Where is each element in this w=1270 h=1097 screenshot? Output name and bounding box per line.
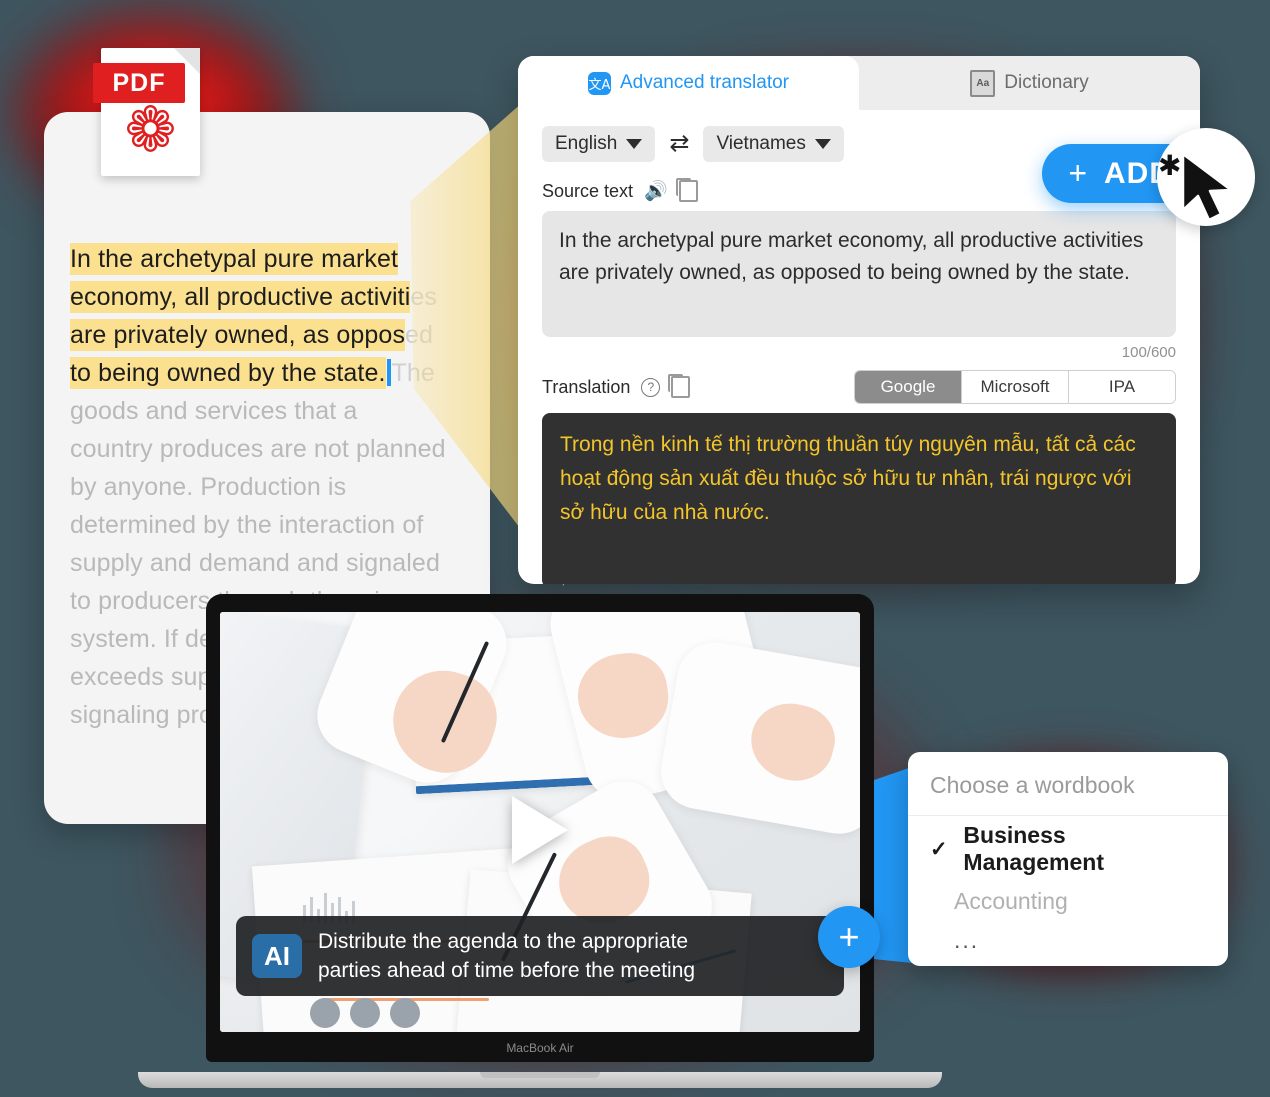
pdf-file-icon: ❁ PDF xyxy=(93,48,200,176)
wordbook-item-accounting[interactable]: Accounting xyxy=(908,882,1228,921)
acrobat-glyph: ❁ xyxy=(124,97,177,165)
pdf-faded-line: determined by the interaction of xyxy=(70,511,424,539)
subtitle-line-2: parties ahead of time before the meeting xyxy=(318,959,696,982)
subtitle-line-1: Distribute the agenda to the appropriate xyxy=(318,930,689,953)
translate-icon: 文A xyxy=(588,71,611,95)
source-language-label: English xyxy=(555,133,618,154)
chevron-down-icon xyxy=(814,139,831,149)
plus-icon: + xyxy=(1068,155,1088,191)
wordbook-item-business-management[interactable]: ✓ Business Management xyxy=(908,816,1228,882)
laptop-model-label: MacBook Air xyxy=(506,1041,574,1055)
pdf-highlight-text: to being owned by the state. xyxy=(70,357,386,389)
help-icon[interactable]: ? xyxy=(641,377,661,397)
laptop-screen: AI Distribute the agenda to the appropri… xyxy=(220,612,860,1032)
translation-header-row: Translation ? Google Microsoft IPA xyxy=(542,370,1176,404)
wordbook-item-label: ... xyxy=(954,927,980,953)
pdf-highlight-text: are privately owned, as oppos xyxy=(70,319,406,351)
dictionary-book-icon: Aa xyxy=(970,69,996,97)
pdf-highlight-text: In the archetypal pure market xyxy=(70,243,399,275)
swap-languages-icon[interactable]: ⇄ xyxy=(669,132,689,156)
add-wordbook-fab[interactable]: + xyxy=(818,906,880,968)
tab-advanced-translator[interactable]: 文A Advanced translator xyxy=(518,56,859,110)
pdf-faded-line: by anyone. Production is xyxy=(70,473,347,501)
wordbook-header: Choose a wordbook xyxy=(908,752,1228,816)
tab-advanced-translator-label: Advanced translator xyxy=(620,72,789,93)
subtitle-text: Distribute the agenda to the appropriate… xyxy=(318,927,695,985)
pdf-faded-line: supply and demand and signaled xyxy=(70,549,440,577)
pdf-highlight-text: economy, all productive activiti xyxy=(70,281,411,313)
target-language-dropdown[interactable]: Vietnames xyxy=(703,126,844,162)
pdf-faded-line: goods and services that a xyxy=(70,397,358,425)
pdf-label-badge: PDF xyxy=(93,63,185,103)
source-text-label: Source text xyxy=(542,180,634,201)
pdf-highlight-line: economy, all productive activities xyxy=(70,278,464,316)
pdf-faded-line: country produces are not planned xyxy=(70,435,446,463)
engine-microsoft-button[interactable]: Microsoft xyxy=(962,371,1069,403)
pdf-highlight-line: are privately owned, as opposed xyxy=(70,316,464,354)
engine-google-button[interactable]: Google xyxy=(855,371,962,403)
mouse-cursor-icon xyxy=(1181,152,1233,222)
wordbook-item-more[interactable]: ... xyxy=(908,921,1228,960)
photo-pie-icons xyxy=(309,997,420,1028)
play-button[interactable] xyxy=(512,796,568,865)
translation-label-row: Translation ? xyxy=(542,374,691,398)
pdf-highlight-line: to being owned by the state. The xyxy=(70,354,464,392)
laptop-notch xyxy=(480,1072,600,1078)
translation-label: Translation xyxy=(542,376,631,397)
check-icon: ✓ xyxy=(930,837,948,861)
advanced-translator-panel: 文A Advanced translator Aa Dictionary Eng… xyxy=(518,56,1200,584)
speaker-icon[interactable]: 🔊 xyxy=(644,182,668,201)
character-counter: 100/600 xyxy=(1121,344,1176,361)
laptop-mockup: AI Distribute the agenda to the appropri… xyxy=(138,594,942,1088)
tab-dictionary-label: Dictionary xyxy=(1004,72,1089,93)
target-language-label: Vietnames xyxy=(716,133,806,154)
translation-output: Trong nền kinh tế thị trường thuần túy n… xyxy=(542,413,1176,584)
translator-tabs: 文A Advanced translator Aa Dictionary xyxy=(518,56,1200,110)
source-text-input[interactable]: In the archetypal pure market economy, a… xyxy=(542,211,1176,337)
wordbook-item-label: Business Management xyxy=(963,822,1104,875)
source-language-dropdown[interactable]: English xyxy=(542,126,656,162)
engine-ipa-button[interactable]: IPA xyxy=(1069,371,1175,403)
wordbook-item-label: Accounting xyxy=(954,888,1068,914)
subtitle-bar: AI Distribute the agenda to the appropri… xyxy=(236,916,844,996)
laptop-lid: AI Distribute the agenda to the appropri… xyxy=(206,594,874,1062)
copy-icon[interactable] xyxy=(668,374,691,398)
pdf-highlight-line: In the archetypal pure market xyxy=(70,240,464,278)
scene-canvas: In the archetypal pure market economy, a… xyxy=(0,0,1270,1097)
tab-dictionary[interactable]: Aa Dictionary xyxy=(859,56,1200,110)
copy-icon[interactable] xyxy=(675,178,698,202)
wordbook-popup: Choose a wordbook ✓ Business Management … xyxy=(908,752,1228,966)
click-burst-icon: ✱ xyxy=(1158,150,1182,181)
text-caret xyxy=(386,359,391,386)
chevron-down-icon xyxy=(626,139,643,149)
laptop-base xyxy=(138,1072,942,1088)
engine-toggle-group: Google Microsoft IPA xyxy=(854,370,1176,404)
ai-badge: AI xyxy=(252,934,302,978)
